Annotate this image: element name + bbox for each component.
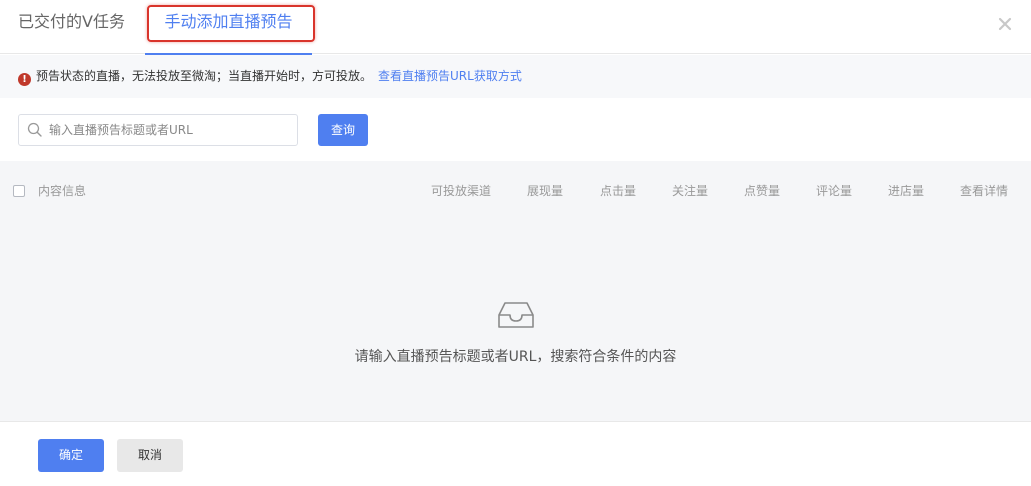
column-header-likes: 点赞量 [744, 184, 781, 198]
add-live-preview-dialog: 已交付的V任务 手动添加直播预告 ! 预告状态的直播，无法投放至微淘；当直播开始时… [0, 0, 1031, 486]
select-all-checkbox[interactable] [13, 185, 25, 197]
cancel-button[interactable]: 取消 [117, 439, 183, 472]
tab-delivered-v-tasks[interactable]: 已交付的V任务 [18, 0, 125, 54]
table-header: 内容信息 可投放渠道 展现量 点击量 关注量 点赞量 评论量 进店量 查看详情 [0, 161, 1031, 221]
column-header-view-details: 查看详情 [960, 184, 1009, 198]
search-icon [27, 122, 42, 137]
footer-divider [0, 421, 1031, 422]
tab-delivered-label: 已交付的V任务 [18, 12, 125, 31]
search-input[interactable] [49, 115, 289, 145]
results-table: 内容信息 可投放渠道 展现量 点击量 关注量 点赞量 评论量 进店量 查看详情 … [0, 161, 1031, 421]
empty-state-message: 请输入直播预告标题或者URL，搜索符合条件的内容 [354, 349, 677, 365]
notice-text: 预告状态的直播，无法投放至微淘；当直播开始时，方可投放。 [36, 69, 373, 83]
column-header-clicks: 点击量 [600, 184, 637, 198]
column-header-follows: 关注量 [672, 184, 709, 198]
column-header-channels: 可投放渠道 [431, 184, 492, 198]
close-icon[interactable] [995, 14, 1015, 34]
notice-bar: ! 预告状态的直播，无法投放至微淘；当直播开始时，方可投放。 查看直播预告URL获取… [0, 55, 1031, 98]
search-box [18, 114, 298, 146]
inbox-icon [497, 302, 534, 328]
notice-help-link[interactable]: 查看直播预告URL获取方式 [378, 69, 522, 83]
empty-state: 请输入直播预告标题或者URL，搜索符合条件的内容 [0, 299, 1031, 366]
tabs-bar: 已交付的V任务 手动添加直播预告 [0, 0, 1031, 55]
tab-add-live-preview[interactable]: 手动添加直播预告 [145, 0, 312, 55]
column-header-store-visits: 进店量 [888, 184, 925, 198]
query-button[interactable]: 查询 [318, 114, 368, 146]
column-header-content-info: 内容信息 [38, 184, 87, 198]
column-header-comments: 评论量 [816, 184, 853, 198]
warning-icon: ! [18, 73, 31, 86]
column-header-impressions: 展现量 [527, 184, 564, 198]
tab-add-label: 手动添加直播预告 [164, 12, 293, 31]
confirm-button[interactable]: 确定 [38, 439, 104, 472]
